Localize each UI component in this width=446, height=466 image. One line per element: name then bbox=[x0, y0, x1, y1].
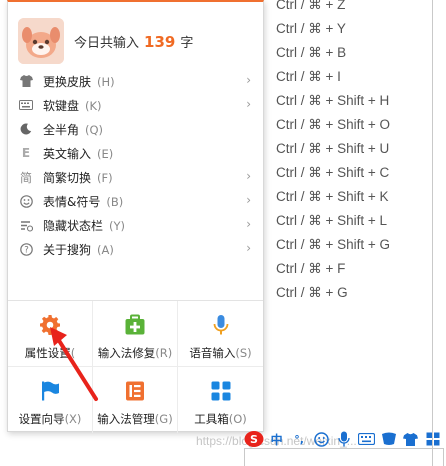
menu-item-key: (Q) bbox=[85, 123, 104, 137]
menu-item-key: (F) bbox=[97, 171, 113, 185]
chevron-right-icon: › bbox=[246, 169, 251, 183]
chevron-right-icon: › bbox=[246, 217, 251, 231]
shirt-icon[interactable] bbox=[401, 429, 420, 449]
menu-item-hide-statusbar[interactable]: 隐藏状态栏 (Y) › bbox=[8, 213, 263, 237]
menu-item-key: (Y) bbox=[109, 219, 126, 233]
grid-item-ime-manager[interactable]: 输入法管理(G) bbox=[93, 367, 178, 433]
grid-item-voice-input[interactable]: 语音输入(S) bbox=[178, 301, 263, 367]
popup-header: 今日共输入 139 字 bbox=[8, 10, 263, 66]
grid-item-key: (G) bbox=[154, 412, 173, 426]
shortcut-line: Ctrl / ⌘ + Shift + K bbox=[276, 189, 389, 204]
menu-item-key: (B) bbox=[106, 195, 124, 209]
hide-statusbar-icon bbox=[19, 218, 33, 232]
menu-item-label: 更换皮肤 bbox=[43, 75, 92, 89]
grid-item-key: (R) bbox=[155, 346, 173, 360]
grid-icon[interactable] bbox=[424, 429, 443, 449]
avatar[interactable] bbox=[18, 18, 64, 64]
menu-item-soft-keyboard[interactable]: 软键盘 (K) › bbox=[8, 93, 263, 117]
svg-text:S: S bbox=[250, 433, 258, 446]
shortcut-line: Ctrl / ⌘ + Shift + G bbox=[276, 237, 391, 252]
shortcut-line: Ctrl / ⌘ + B bbox=[276, 45, 347, 60]
ime-mode-toggle[interactable]: 中 bbox=[267, 429, 286, 449]
grid-item-label: 设置向导 bbox=[18, 412, 65, 426]
chevron-right-icon: › bbox=[246, 97, 251, 111]
menu-item-change-skin[interactable]: 更换皮肤 (H) › bbox=[8, 69, 263, 93]
shortcut-line: Ctrl / ⌘ + Y bbox=[276, 21, 346, 36]
menu-list: 更换皮肤 (H) › 软键盘 (K) › 全半角 (Q) E 英文输入 (E) 简 简繁… bbox=[8, 69, 263, 261]
medkit-icon bbox=[125, 314, 145, 335]
skin-icon[interactable] bbox=[379, 429, 398, 449]
shortcut-line: Ctrl / ⌘ + Z bbox=[276, 0, 346, 12]
count-prefix: 今日共输入 bbox=[74, 36, 140, 51]
menu-item-simplified-traditional[interactable]: 简 简繁切换 (F) › bbox=[8, 165, 263, 189]
grid-item-repair[interactable]: 输入法修复(R) bbox=[93, 301, 178, 367]
svg-text:?: ? bbox=[24, 245, 29, 255]
menu-item-emoji-symbols[interactable]: 表情&符号 (B) › bbox=[8, 189, 263, 213]
menu-item-english-input[interactable]: E 英文输入 (E) bbox=[8, 141, 263, 165]
chevron-right-icon: › bbox=[246, 241, 251, 255]
ime-status-bar: S 中 °, bbox=[244, 428, 446, 450]
menu-item-label: 软键盘 bbox=[43, 99, 80, 113]
smiley-icon bbox=[19, 194, 33, 208]
grid-item-label: 输入法管理 bbox=[97, 412, 155, 426]
menu-item-label: 隐藏状态栏 bbox=[43, 219, 104, 233]
grid-item-key: (O) bbox=[228, 412, 247, 426]
menu-item-label: 英文输入 bbox=[43, 147, 92, 161]
english-e-icon: E bbox=[21, 146, 31, 160]
grid-item-key: (S) bbox=[235, 346, 252, 360]
manage-list-icon bbox=[126, 381, 144, 401]
menu-item-label: 表情&符号 bbox=[43, 195, 101, 209]
chevron-right-icon: › bbox=[246, 193, 251, 207]
shortcut-line: Ctrl / ⌘ + F bbox=[276, 261, 346, 276]
shortcut-line: Ctrl / ⌘ + I bbox=[276, 69, 341, 84]
smiley-icon[interactable] bbox=[312, 429, 331, 449]
shortcut-line: Ctrl / ⌘ + G bbox=[276, 285, 348, 300]
chevron-right-icon: › bbox=[246, 73, 251, 87]
keyboard-icon bbox=[19, 98, 33, 112]
shortcut-line: Ctrl / ⌘ + Shift + U bbox=[276, 141, 390, 156]
question-icon: ? bbox=[19, 242, 33, 256]
shortcut-line: Ctrl / ⌘ + Shift + H bbox=[276, 93, 390, 108]
grid-item-key: (X) bbox=[64, 412, 82, 426]
sogou-s-icon[interactable]: S bbox=[244, 429, 264, 449]
toolbox-grid-icon bbox=[211, 381, 230, 401]
menu-item-about-sogou[interactable]: ? 关于搜狗 (A) › bbox=[8, 237, 263, 261]
menu-item-key: (A) bbox=[97, 243, 114, 257]
jian-char-icon: 简 bbox=[19, 170, 32, 185]
daily-input-count: 今日共输入 139 字 bbox=[74, 32, 193, 51]
count-value: 139 bbox=[144, 33, 176, 51]
count-suffix: 字 bbox=[180, 36, 194, 51]
shortcut-line: Ctrl / ⌘ + Shift + O bbox=[276, 117, 391, 132]
menu-item-key: (H) bbox=[97, 75, 115, 89]
grid-item-toolbox[interactable]: 工具箱(O) bbox=[178, 367, 263, 433]
punctuation-toggle[interactable]: °, bbox=[289, 429, 308, 449]
microphone-icon[interactable] bbox=[334, 429, 353, 449]
grid-item-label: 输入法修复 bbox=[97, 346, 156, 360]
moon-icon bbox=[19, 122, 33, 136]
grid-item-label: 语音输入 bbox=[189, 346, 236, 360]
menu-item-full-half-width[interactable]: 全半角 (Q) bbox=[8, 117, 263, 141]
keyboard-icon[interactable] bbox=[357, 429, 376, 449]
menu-item-key: (K) bbox=[85, 99, 102, 113]
shortcut-line: Ctrl / ⌘ + Shift + C bbox=[276, 165, 390, 180]
shortcut-line: Ctrl / ⌘ + Shift + L bbox=[276, 213, 388, 228]
status-area-frame bbox=[244, 448, 444, 466]
menu-item-key: (E) bbox=[97, 147, 114, 161]
sogou-dog-avatar-icon bbox=[18, 18, 64, 64]
document-edge bbox=[432, 0, 433, 466]
grid-item-label: 工具箱 bbox=[194, 412, 229, 426]
shirt-icon bbox=[19, 74, 33, 88]
menu-item-label: 全半角 bbox=[43, 123, 80, 137]
microphone-icon bbox=[213, 315, 228, 335]
annotation-arrow bbox=[50, 327, 98, 401]
menu-item-label: 简繁切换 bbox=[43, 171, 92, 185]
menu-item-label: 关于搜狗 bbox=[43, 243, 92, 257]
